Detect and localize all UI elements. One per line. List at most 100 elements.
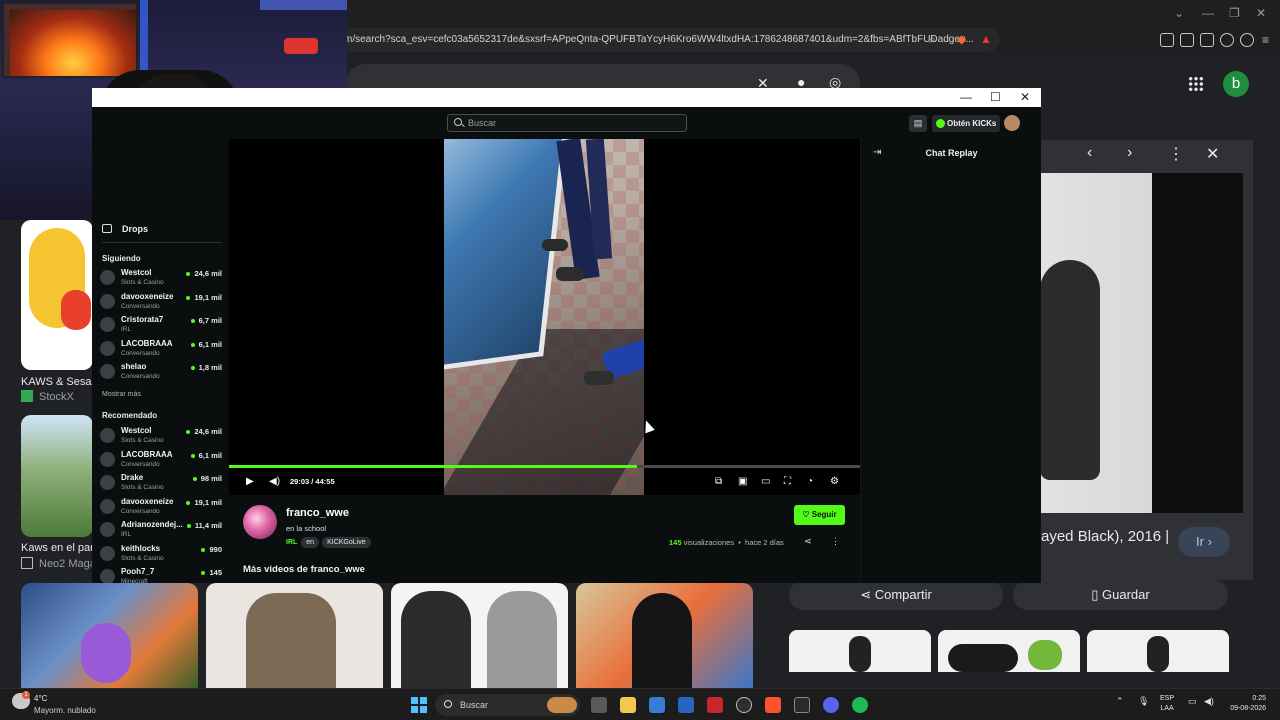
share-button[interactable]: ⋖ Compartir bbox=[789, 580, 1003, 610]
share-icon[interactable]: ⋖ bbox=[804, 536, 812, 547]
miniplayer-icon[interactable]: ▣ bbox=[738, 476, 747, 487]
layout-toggle-button[interactable]: ▤ bbox=[909, 115, 927, 132]
progress-bar[interactable] bbox=[229, 465, 860, 468]
address-bar[interactable]: m/search?sca_esv=cefc03a5652317de&sxsrf=… bbox=[340, 28, 1000, 52]
sidebar-channel[interactable]: LACOBRAAA Conversando 6,1 mil bbox=[100, 338, 224, 360]
taskbar-search[interactable]: Buscar bbox=[435, 694, 580, 716]
chevron-down-icon[interactable]: ⌄ bbox=[1174, 6, 1184, 20]
result-source-1[interactable]: StockX bbox=[39, 391, 74, 403]
account-avatar[interactable]: b bbox=[1223, 71, 1249, 97]
sidebar-channel[interactable]: Pooh7_7 Minecraft 145 bbox=[100, 566, 224, 583]
epic-games-icon[interactable] bbox=[794, 697, 810, 713]
sidebar-channel[interactable]: davooxeneize Conversando 19,1 mil bbox=[100, 496, 224, 518]
kick-search-input[interactable]: Buscar bbox=[447, 114, 687, 132]
previous-icon[interactable]: ‹ bbox=[1087, 144, 1092, 162]
chevron-up-icon[interactable]: ⌃ bbox=[1116, 696, 1124, 707]
fullscreen-icon[interactable]: ⛶ bbox=[784, 476, 791, 487]
sidebar-channel[interactable]: Drake Slots & Casino 98 mil bbox=[100, 472, 224, 494]
clock[interactable]: 0:25 09-08-2026 bbox=[1226, 694, 1266, 714]
tag-chip[interactable]: KICKGoLive bbox=[322, 537, 371, 548]
settings-gear-icon[interactable]: ⚙ bbox=[830, 476, 839, 487]
minimize-icon[interactable]: — bbox=[1202, 6, 1214, 20]
menu-icon[interactable]: ≡ bbox=[1262, 33, 1269, 47]
save-button[interactable]: ▯ Guardar bbox=[1013, 580, 1228, 610]
weather-description[interactable]: Mayorm. nublado bbox=[34, 706, 96, 715]
close-icon[interactable]: ✕ bbox=[1256, 6, 1266, 20]
result-thumb-5[interactable] bbox=[391, 583, 568, 688]
sidebar-channel[interactable]: Adrianozendej... IRL 11,4 mil bbox=[100, 519, 224, 541]
rewards-icon[interactable]: ▲ bbox=[980, 32, 992, 46]
volume-icon[interactable]: ◀) bbox=[1204, 696, 1214, 707]
restore-icon[interactable]: ❐ bbox=[1229, 6, 1240, 20]
sidebar-channel[interactable]: Westcol Slots & Casino 24,6 mil bbox=[100, 267, 224, 289]
wall-screen bbox=[2, 2, 138, 78]
volume-icon[interactable]: ◀) bbox=[269, 476, 280, 487]
related-thumb-2[interactable] bbox=[938, 630, 1080, 672]
discord-icon[interactable] bbox=[823, 697, 839, 713]
apps-grid-icon[interactable] bbox=[1188, 76, 1204, 92]
close-preview-icon[interactable]: ✕ bbox=[1206, 144, 1219, 164]
close-icon[interactable]: ✕ bbox=[1020, 90, 1030, 104]
file-explorer-icon[interactable] bbox=[620, 697, 636, 713]
brave-shield-icon[interactable]: ◆ bbox=[957, 32, 966, 46]
sidebar-item-drops[interactable]: Drops bbox=[102, 224, 148, 234]
sidebar-channel[interactable]: LACOBRAAA Conversando 6,1 mil bbox=[100, 449, 224, 471]
obs-icon[interactable] bbox=[736, 697, 752, 713]
vpn-icon[interactable] bbox=[1240, 33, 1254, 47]
purple-figure bbox=[81, 623, 131, 683]
channel-name[interactable]: franco_wwe bbox=[286, 507, 349, 519]
spotify-icon[interactable] bbox=[852, 697, 868, 713]
microphone-icon[interactable]: 🎙 bbox=[1138, 696, 1149, 707]
result-thumb-6[interactable] bbox=[576, 583, 753, 688]
result-title-2[interactable]: Kaws en el par bbox=[21, 542, 94, 554]
wallet-icon[interactable] bbox=[1200, 33, 1214, 47]
go-button[interactable]: Ir › bbox=[1178, 527, 1230, 557]
category-link[interactable]: IRL bbox=[286, 539, 297, 546]
sidebar-channel[interactable]: davooxeneize Conversando 19,1 mil bbox=[100, 291, 224, 313]
more-vert-icon[interactable]: ⋮ bbox=[1168, 144, 1184, 164]
result-source-2[interactable]: Neo2 Maga bbox=[39, 558, 96, 570]
language-indicator[interactable]: ESP LAA bbox=[1160, 694, 1174, 714]
channel-avatar[interactable] bbox=[243, 505, 277, 539]
sidebar-channel[interactable]: keithlocks Slots & Casino 990 bbox=[100, 543, 224, 565]
search-icon bbox=[454, 118, 462, 126]
play-icon[interactable]: ▶ bbox=[246, 476, 254, 487]
video-player[interactable]: ▶ ◀) 29:03 / 44:55 ⧉ ▣ ▭ ⛶ ◔ ⚙ bbox=[229, 139, 860, 495]
user-avatar[interactable] bbox=[1004, 115, 1020, 131]
brave-icon[interactable] bbox=[765, 697, 781, 713]
next-icon[interactable]: › bbox=[1127, 144, 1132, 162]
result-thumb-3[interactable] bbox=[21, 583, 198, 688]
leo-icon[interactable] bbox=[1220, 33, 1234, 47]
speed-icon[interactable]: ◔ bbox=[807, 476, 813, 487]
result-title-1[interactable]: KAWS & Sesam bbox=[21, 376, 101, 388]
sidebar-channel[interactable]: Cristorata7 IRL 6,7 mil bbox=[100, 314, 224, 336]
windows-start-icon[interactable] bbox=[411, 697, 427, 713]
show-more-link[interactable]: Mostrar más bbox=[102, 391, 141, 398]
temperature[interactable]: 4°C bbox=[34, 694, 47, 703]
game-app-icon[interactable] bbox=[707, 697, 723, 713]
zoom-icon[interactable]: ⌕ bbox=[929, 32, 936, 47]
network-icon[interactable]: ▭ bbox=[1188, 696, 1197, 707]
sidebar-channel[interactable]: Westcol Slots & Casino 24,6 mil bbox=[100, 425, 224, 447]
tag-chip[interactable]: en bbox=[301, 537, 320, 548]
result-thumb-1[interactable] bbox=[21, 220, 93, 370]
sidebar-channel[interactable]: shelao Conversando 1,8 mil bbox=[100, 361, 224, 383]
follow-button[interactable]: ♡ Seguir bbox=[794, 505, 845, 525]
preview-title[interactable]: ayed Black), 2016 | bbox=[1041, 528, 1169, 545]
theater-icon[interactable]: ▭ bbox=[761, 476, 770, 487]
minimize-icon[interactable]: — bbox=[960, 90, 972, 104]
sidebar-icon[interactable] bbox=[1180, 33, 1194, 47]
result-thumb-4[interactable] bbox=[206, 583, 383, 688]
task-view-icon[interactable] bbox=[591, 697, 607, 713]
more-vert-icon[interactable]: ⋮ bbox=[831, 536, 840, 547]
related-thumb-3[interactable] bbox=[1087, 630, 1229, 672]
extensions-icon[interactable] bbox=[1160, 33, 1174, 47]
pip-icon[interactable]: ⧉ bbox=[715, 476, 722, 487]
get-kicks-button[interactable]: Obtén KICKs bbox=[932, 115, 1000, 132]
outlook-icon[interactable] bbox=[678, 697, 694, 713]
maximize-icon[interactable]: ☐ bbox=[990, 90, 1001, 104]
store-icon[interactable] bbox=[649, 697, 665, 713]
channel-avatar bbox=[100, 340, 115, 356]
result-thumb-2[interactable] bbox=[21, 415, 93, 537]
related-thumb-1[interactable] bbox=[789, 630, 931, 672]
